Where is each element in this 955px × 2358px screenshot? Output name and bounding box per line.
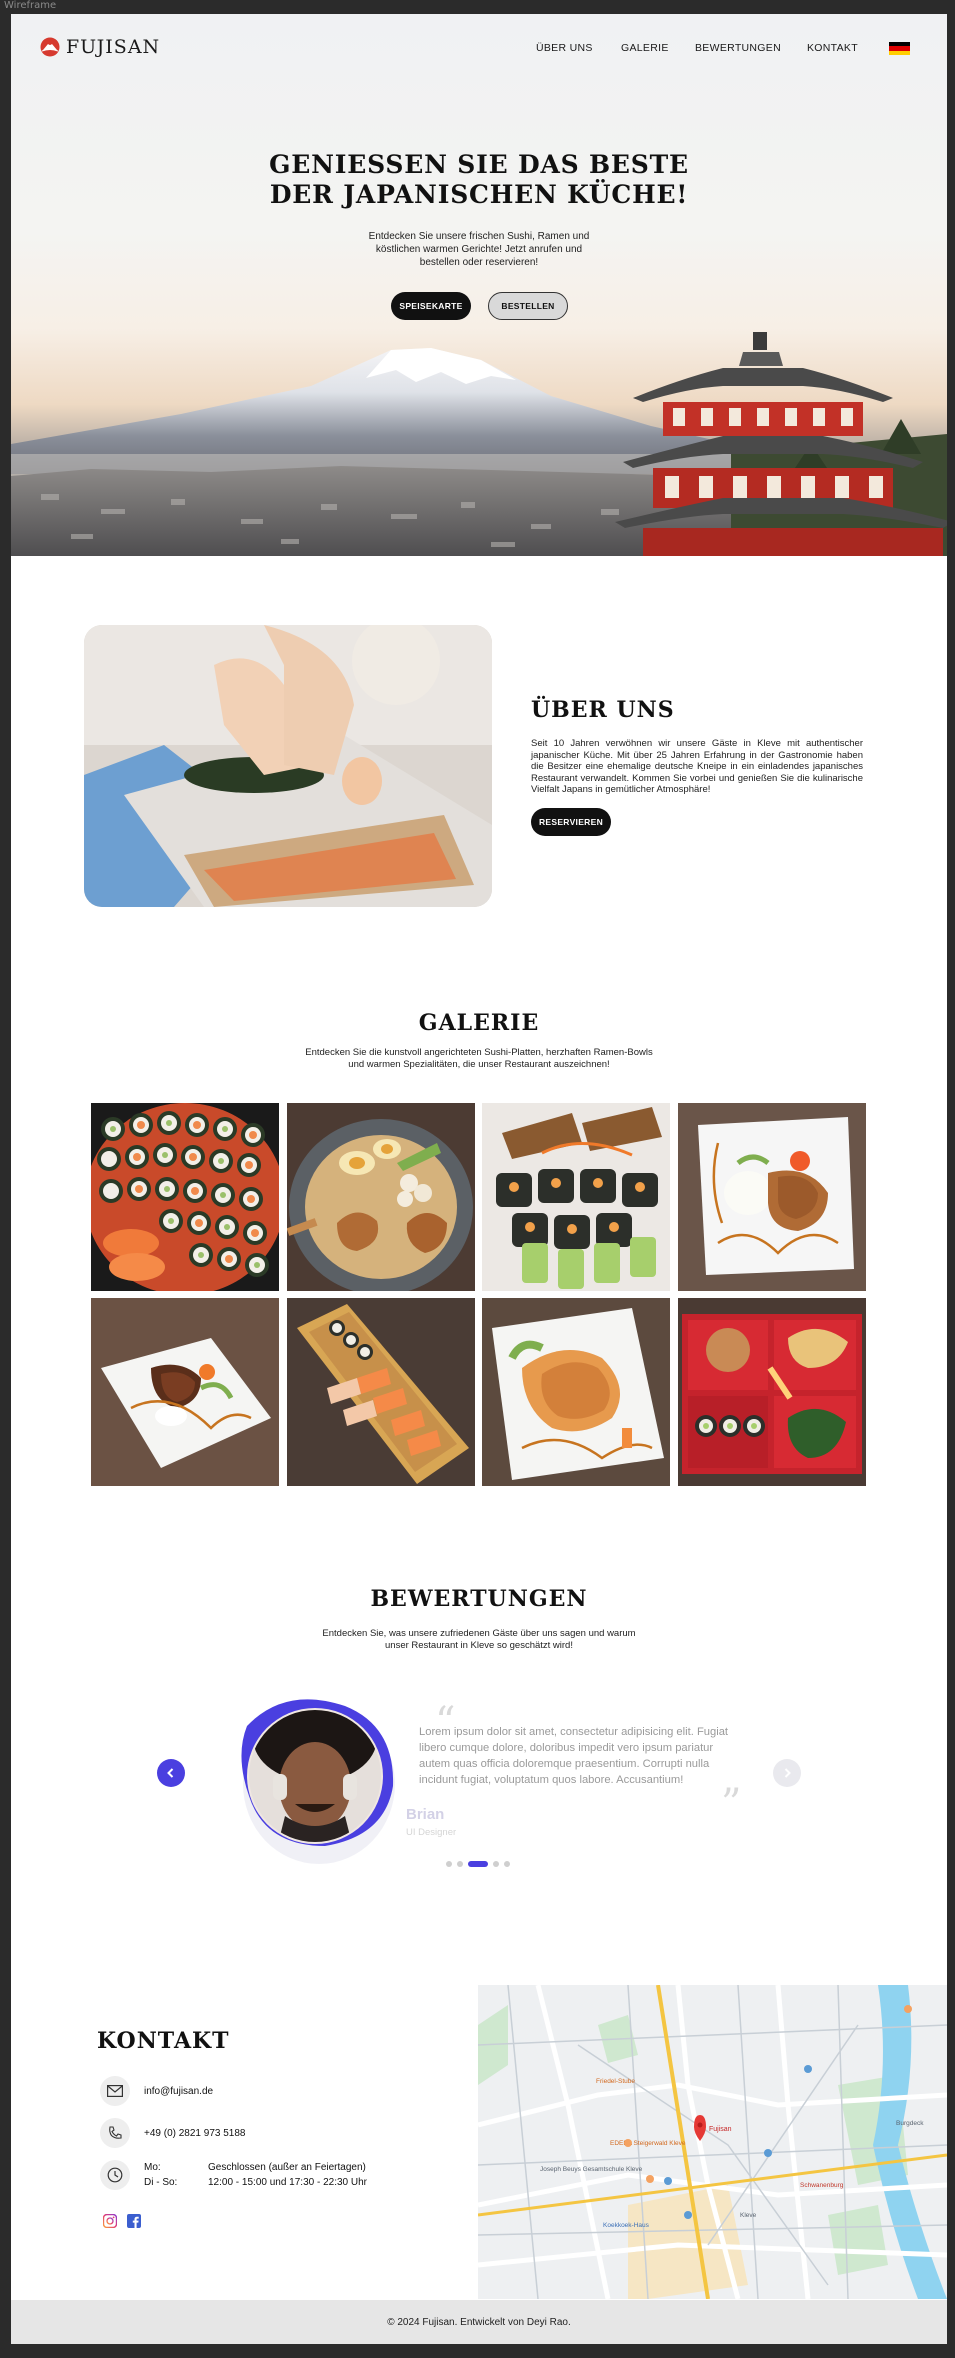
phone-icon	[100, 2118, 130, 2148]
contact-email[interactable]: info@fujisan.de	[144, 2086, 213, 2097]
nav-links: ÜBER UNS GALERIE BEWERTUNGEN KONTAKT	[11, 42, 947, 56]
review-quote: Lorem ipsum dolor sit amet, consectetur …	[419, 1726, 729, 1786]
hours-time-1: Geschlossen (außer an Feiertagen)	[208, 2162, 366, 2173]
reviewer-role: UI Designer	[406, 1827, 457, 1838]
pagination-dot[interactable]	[493, 1861, 499, 1867]
hero-subtitle: Entdecken Sie unsere frischen Sushi, Ram…	[368, 231, 590, 268]
map-label: Burgdeck	[896, 2120, 924, 2127]
gallery-item-chicken-rice-plate[interactable]	[678, 1103, 866, 1291]
pagination-dot[interactable]	[504, 1861, 510, 1867]
nav-item-bewertungen[interactable]: BEWERTUNGEN	[695, 42, 781, 54]
hero-scenery-image	[11, 332, 947, 556]
reviews-next-button[interactable]	[773, 1759, 801, 1787]
pagination-dot[interactable]	[446, 1861, 452, 1867]
about-title: ÜBER UNS	[531, 697, 675, 723]
reviews-prev-button[interactable]	[157, 1759, 185, 1787]
chevron-left-icon	[167, 1768, 174, 1778]
menu-button[interactable]: SPEISEKARTE	[391, 292, 471, 320]
german-flag-icon[interactable]	[889, 42, 910, 55]
map-label: Koekkoek-Haus	[603, 2222, 650, 2229]
chevron-right-icon	[784, 1768, 791, 1778]
map-label: Joseph Beuys Gesamtschule Kleve	[540, 2166, 643, 2173]
gallery-item-shrimp-plate[interactable]	[482, 1298, 670, 1486]
hero-title: GENIESSEN SIE DAS BESTE DER JAPANISCHEN …	[11, 150, 947, 210]
mail-icon	[100, 2076, 130, 2106]
pagination-dot-active[interactable]	[468, 1861, 488, 1867]
reviewer-name: Brian	[406, 1806, 445, 1823]
hero-title-line1: GENIESSEN SIE DAS BESTE	[269, 150, 689, 179]
footer-text: © 2024 Fujisan. Entwickelt von Deyi Rao.	[387, 2316, 571, 2328]
gallery-item-bento-box[interactable]	[678, 1298, 866, 1486]
reviews-subtitle: Entdecken Sie, was unsere zufriedenen Gä…	[322, 1628, 636, 1651]
gallery-subtitle: Entdecken Sie die kunstvoll angerichtete…	[305, 1047, 653, 1070]
hours-time-2: 12:00 - 15:00 und 17:30 - 22:30 Uhr	[208, 2177, 368, 2188]
reserve-button[interactable]: RESERVIEREN	[531, 808, 611, 836]
nav-item-kontakt[interactable]: KONTAKT	[807, 42, 858, 54]
order-button[interactable]: BESTELLEN	[488, 292, 568, 320]
gallery-item-tempura-rolls[interactable]	[482, 1103, 670, 1291]
map-marker-label: Fujisan	[709, 2126, 732, 2133]
clock-icon	[100, 2160, 130, 2190]
gallery-title: GALERIE	[418, 1010, 540, 1036]
gallery-item-sushi-platter[interactable]	[91, 1103, 279, 1291]
gallery-item-sushi-boat[interactable]	[287, 1298, 475, 1486]
window-frame-label: Wireframe	[4, 0, 57, 11]
gallery-item-eel-plate[interactable]	[91, 1298, 279, 1486]
map-label: Friedel-Stube	[596, 2078, 635, 2085]
about-text: Seit 10 Jahren verwöhnen wir unsere Gäst…	[531, 738, 863, 796]
nav-item-galerie[interactable]: GALERIE	[621, 42, 669, 54]
contact-title: KONTAKT	[97, 2028, 230, 2054]
gallery-item-ramen-bowl[interactable]	[287, 1103, 475, 1291]
top-nav: FUJISAN ÜBER UNS GALERIE BEWERTUNGEN KON…	[11, 14, 947, 84]
instagram-icon[interactable]	[103, 2214, 117, 2228]
nav-item-ueber-uns[interactable]: ÜBER UNS	[536, 42, 593, 54]
review-pagination	[11, 1860, 947, 1868]
pagination-dot[interactable]	[457, 1861, 463, 1867]
contact-phone[interactable]: +49 (0) 2821 973 5188	[144, 2128, 245, 2139]
map-label: Kleve	[740, 2212, 757, 2219]
page: FUJISAN ÜBER UNS GALERIE BEWERTUNGEN KON…	[11, 14, 947, 2344]
hero-title-line2: DER JAPANISCHEN KÜCHE!	[269, 180, 689, 209]
location-map[interactable]: Friedel-Stube EDEKA Steigerwald Kleve Jo…	[478, 1985, 947, 2299]
footer: © 2024 Fujisan. Entwickelt von Deyi Rao.	[11, 2300, 947, 2344]
close-quote-icon: ”	[721, 1781, 742, 1827]
hours-days-1: Mo:	[144, 2162, 161, 2173]
hero-section: FUJISAN ÜBER UNS GALERIE BEWERTUNGEN KON…	[11, 14, 947, 556]
reviews-title: BEWERTUNGEN	[370, 1586, 588, 1612]
about-sushi-image	[84, 625, 492, 907]
reviewer-avatar	[241, 1699, 395, 1864]
hours-days-2: Di - So:	[144, 2177, 178, 2188]
facebook-icon[interactable]	[127, 2214, 141, 2228]
map-label: Schwanenburg	[800, 2182, 844, 2189]
map-label: EDEKA Steigerwald Kleve	[610, 2140, 686, 2147]
